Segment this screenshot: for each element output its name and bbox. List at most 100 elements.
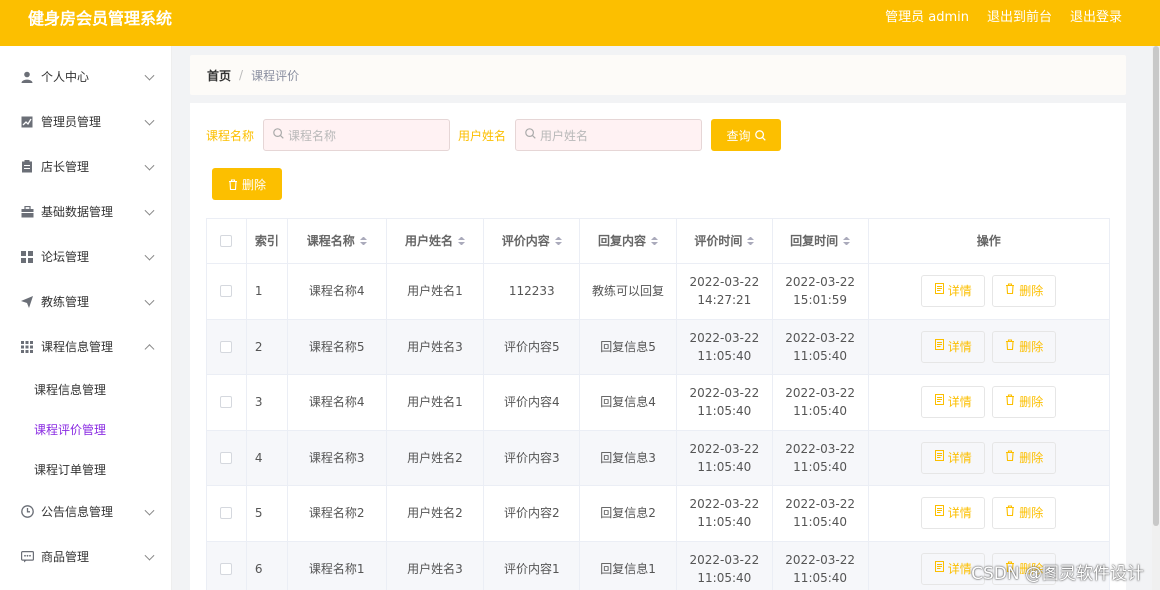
cell-text: 2022-03-22 11:05:40: [785, 497, 855, 530]
clock-icon: [20, 505, 34, 519]
cell-course-name: 课程名称2: [288, 486, 387, 541]
cell-text: 2022-03-22 11:05:40: [689, 386, 760, 419]
delete-label: 删除: [1019, 339, 1044, 354]
breadcrumb-separator: /: [239, 68, 244, 82]
header-reply-time[interactable]: 回复时间: [773, 219, 869, 263]
back-to-front-link[interactable]: 退出到前台: [987, 6, 1052, 25]
cell-index: 3: [247, 375, 288, 430]
sidebar-item-label: 基础数据管理: [41, 205, 114, 219]
cell-review-content: 评价内容1: [484, 541, 581, 590]
cell-text: 回复信息1: [600, 561, 656, 576]
detail-button[interactable]: 详情: [921, 386, 986, 419]
batch-delete-button[interactable]: 删除: [212, 168, 282, 200]
detail-button[interactable]: 详情: [921, 330, 986, 363]
cell-text: 课程名称4: [308, 284, 365, 299]
cell-index: 5: [247, 486, 288, 541]
trash-icon: [1005, 504, 1015, 522]
row-checkbox[interactable]: [220, 562, 233, 575]
sort-icon[interactable]: [360, 237, 367, 245]
chevron-down-icon: [144, 160, 155, 171]
sidebar-item-label: 商品管理: [41, 550, 90, 564]
course-name-input[interactable]: 课程名称: [263, 119, 451, 151]
sidebar-item-coach[interactable]: 教练管理: [0, 279, 171, 324]
trash-icon: [1005, 282, 1015, 300]
cell-text: 2: [254, 339, 263, 354]
delete-label: 删除: [1019, 284, 1044, 299]
cell-text: 2022-03-22 11:05:40: [785, 386, 855, 419]
cell-text: 2022-03-22 14:27:21: [689, 275, 760, 308]
detail-button[interactable]: 详情: [921, 497, 986, 530]
header-course-name[interactable]: 课程名称: [288, 219, 387, 263]
row-checkbox[interactable]: [220, 396, 233, 409]
header-user-name[interactable]: 用户姓名: [387, 219, 485, 263]
scrollbar-thumb[interactable]: [1153, 46, 1159, 526]
cell-text: 2022-03-22 11:05:40: [689, 552, 760, 585]
sidebar-item-notice[interactable]: 公告信息管理: [0, 489, 171, 534]
row-checkbox[interactable]: [220, 451, 233, 464]
cell-text: 回复信息3: [600, 450, 656, 465]
course-name-label: 课程名称: [206, 128, 255, 143]
cell-text: 评价内容5: [503, 339, 560, 354]
breadcrumb-home[interactable]: 首页: [207, 67, 231, 84]
delete-button[interactable]: 删除: [992, 441, 1057, 474]
sort-icon[interactable]: [843, 237, 850, 245]
sidebar-item-forum[interactable]: 论坛管理: [0, 234, 171, 279]
sidebar-item-label: 教练管理: [41, 295, 90, 309]
cell-review-content: 评价内容5: [484, 319, 581, 374]
submenu-item-course-info[interactable]: 课程信息管理: [0, 369, 171, 409]
cell-review-content: 评价内容3: [484, 430, 581, 485]
header-review-content[interactable]: 评价内容: [484, 219, 581, 263]
sort-icon[interactable]: [651, 237, 658, 245]
user-name-input[interactable]: 用户姓名: [515, 119, 703, 151]
detail-button[interactable]: 详情: [921, 275, 986, 308]
cell-text: 课程名称4: [308, 395, 365, 410]
cell-course-name: 课程名称1: [288, 541, 387, 590]
select-all-checkbox[interactable]: [220, 235, 233, 247]
cell-text: 评价内容1: [503, 561, 560, 576]
submenu-label: 课程评价管理: [34, 422, 107, 437]
header-reply-content[interactable]: 回复内容: [580, 219, 677, 263]
cell-reply-time: 2022-03-22 11:05:40: [773, 375, 869, 430]
row-actions: 详情 删除: [921, 275, 1057, 308]
logout-link[interactable]: 退出登录: [1070, 6, 1122, 25]
submenu-item-course-review[interactable]: 课程评价管理: [0, 409, 171, 449]
cell-actions: 详情 删除: [869, 375, 1109, 430]
cell-review-time: 2022-03-22 11:05:40: [677, 375, 773, 430]
header-review-time[interactable]: 评价时间: [677, 219, 773, 263]
cell-review-time: 2022-03-22 11:05:40: [677, 541, 773, 590]
grid-icon: [20, 250, 34, 264]
delete-button[interactable]: 删除: [992, 386, 1057, 419]
sort-icon[interactable]: [747, 237, 754, 245]
query-button[interactable]: 查询: [711, 119, 782, 151]
table-row: 4 课程名称3 用户姓名2 评价内容3 回复信息3 2022-03-22 11:05:40…: [207, 430, 1109, 486]
sidebar-item-basic-data[interactable]: 基础数据管理: [0, 189, 171, 234]
chevron-down-icon: [144, 250, 155, 261]
cell-actions: 详情 删除: [869, 486, 1109, 541]
delete-button[interactable]: 删除: [992, 275, 1057, 308]
row-checkbox[interactable]: [220, 340, 233, 353]
page-scrollbar[interactable]: [1152, 46, 1160, 590]
sidebar-item-goods[interactable]: 商品管理: [0, 534, 171, 579]
cell-actions: 详情 删除: [869, 431, 1109, 486]
sidebar-item-admin[interactable]: 管理员管理: [0, 99, 171, 144]
sidebar-item-course-info[interactable]: 课程信息管理: [0, 324, 171, 369]
detail-label: 详情: [947, 506, 972, 521]
cell-review-content: 112233: [484, 264, 581, 319]
sidebar-item-profile[interactable]: 个人中心: [0, 54, 171, 99]
row-checkbox[interactable]: [220, 285, 233, 298]
batch-delete-label: 删除: [241, 177, 266, 192]
cell-index: 6: [247, 541, 288, 590]
row-checkbox[interactable]: [220, 507, 233, 520]
cell-text: 4: [254, 450, 263, 465]
sort-icon[interactable]: [458, 237, 465, 245]
sidebar-item-label: 公告信息管理: [41, 505, 114, 519]
detail-button[interactable]: 详情: [921, 441, 986, 474]
submenu-item-course-order[interactable]: 课程订单管理: [0, 449, 171, 489]
delete-button[interactable]: 删除: [992, 330, 1057, 363]
delete-button[interactable]: 删除: [992, 497, 1057, 530]
sidebar-item-store-manager[interactable]: 店长管理: [0, 144, 171, 189]
cell-text: 回复信息2: [600, 506, 656, 521]
sort-icon[interactable]: [555, 237, 562, 245]
trash-icon: [1005, 393, 1015, 411]
cell-reply-time: 2022-03-22 15:01:59: [773, 264, 869, 319]
